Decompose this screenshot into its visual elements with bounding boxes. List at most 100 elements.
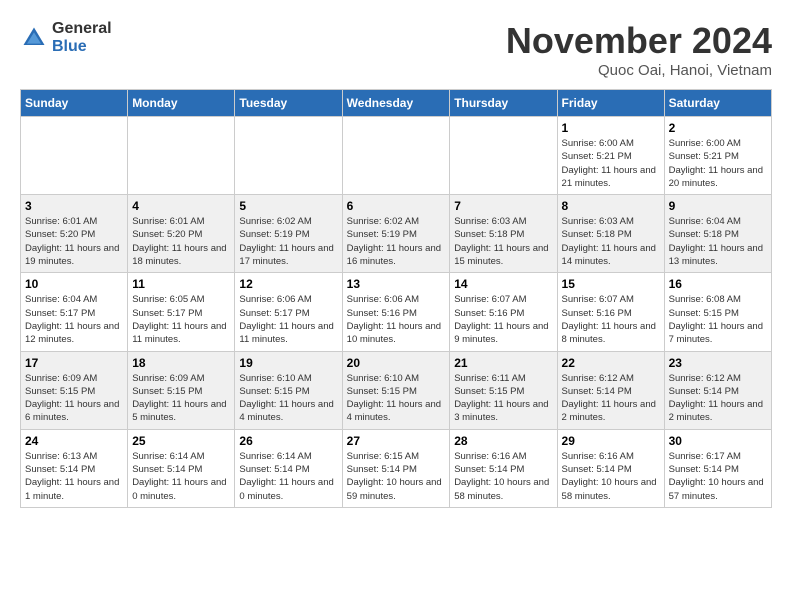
day-info: Sunrise: 6:01 AM Sunset: 5:20 PM Dayligh… (25, 215, 123, 268)
calendar-header-friday: Friday (557, 90, 664, 117)
day-info: Sunrise: 6:03 AM Sunset: 5:18 PM Dayligh… (454, 215, 552, 268)
day-number: 29 (562, 434, 660, 448)
calendar-cell: 10Sunrise: 6:04 AM Sunset: 5:17 PM Dayli… (21, 273, 128, 351)
day-number: 6 (347, 199, 446, 213)
calendar-cell (128, 117, 235, 195)
calendar-header-monday: Monday (128, 90, 235, 117)
calendar-cell (235, 117, 342, 195)
day-info: Sunrise: 6:07 AM Sunset: 5:16 PM Dayligh… (454, 293, 552, 346)
day-number: 21 (454, 356, 552, 370)
day-number: 5 (239, 199, 337, 213)
day-info: Sunrise: 6:13 AM Sunset: 5:14 PM Dayligh… (25, 450, 123, 503)
calendar-week-row: 17 Sunrise: 6:09 AM Sunset: 5:15 PM Dayli… (21, 351, 772, 429)
calendar-cell: 11Sunrise: 6:05 AM Sunset: 5:17 PM Dayli… (128, 273, 235, 351)
logo-text: General Blue (52, 20, 112, 55)
day-number: 25 (132, 434, 230, 448)
calendar-cell: 5 Sunrise: 6:02 AM Sunset: 5:19 PM Daylig… (235, 195, 342, 273)
day-number: 27 (347, 434, 446, 448)
calendar-cell: 6 Sunrise: 6:02 AM Sunset: 5:19 PM Daylig… (342, 195, 450, 273)
calendar-cell: 15 Sunrise: 6:07 AM Sunset: 5:16 PM Dayli… (557, 273, 664, 351)
calendar-cell: 1Sunrise: 6:00 AM Sunset: 5:21 PM Daylig… (557, 117, 664, 195)
day-info: Sunrise: 6:15 AM Sunset: 5:14 PM Dayligh… (347, 450, 446, 503)
day-number: 11 (132, 277, 230, 291)
calendar-cell: 24 Sunrise: 6:13 AM Sunset: 5:14 PM Dayli… (21, 429, 128, 507)
calendar-cell: 17 Sunrise: 6:09 AM Sunset: 5:15 PM Dayli… (21, 351, 128, 429)
day-number: 28 (454, 434, 552, 448)
calendar-cell: 3 Sunrise: 6:01 AM Sunset: 5:20 PM Daylig… (21, 195, 128, 273)
calendar-cell: 20 Sunrise: 6:10 AM Sunset: 5:15 PM Dayli… (342, 351, 450, 429)
day-info: Sunrise: 6:02 AM Sunset: 5:19 PM Dayligh… (347, 215, 446, 268)
calendar-header-tuesday: Tuesday (235, 90, 342, 117)
day-info: Sunrise: 6:09 AM Sunset: 5:15 PM Dayligh… (132, 372, 230, 425)
calendar-cell: 12 Sunrise: 6:06 AM Sunset: 5:17 PM Dayli… (235, 273, 342, 351)
day-number: 4 (132, 199, 230, 213)
day-info: Sunrise: 6:08 AM Sunset: 5:15 PM Dayligh… (669, 293, 767, 346)
calendar-cell: 30Sunrise: 6:17 AM Sunset: 5:14 PM Dayli… (664, 429, 771, 507)
calendar-cell: 26 Sunrise: 6:14 AM Sunset: 5:14 PM Dayli… (235, 429, 342, 507)
day-info: Sunrise: 6:04 AM Sunset: 5:18 PM Dayligh… (669, 215, 767, 268)
day-info: Sunrise: 6:16 AM Sunset: 5:14 PM Dayligh… (562, 450, 660, 503)
day-info: Sunrise: 6:10 AM Sunset: 5:15 PM Dayligh… (239, 372, 337, 425)
day-number: 7 (454, 199, 552, 213)
calendar-cell: 7 Sunrise: 6:03 AM Sunset: 5:18 PM Daylig… (450, 195, 557, 273)
day-info: Sunrise: 6:12 AM Sunset: 5:14 PM Dayligh… (562, 372, 660, 425)
calendar-week-row: 10Sunrise: 6:04 AM Sunset: 5:17 PM Dayli… (21, 273, 772, 351)
day-number: 20 (347, 356, 446, 370)
logo-blue-text: Blue (52, 38, 112, 56)
logo: General Blue (20, 20, 112, 55)
header: General Blue November 2024 Quoc Oai, Han… (20, 20, 772, 79)
day-info: Sunrise: 6:01 AM Sunset: 5:20 PM Dayligh… (132, 215, 230, 268)
calendar-cell: 14 Sunrise: 6:07 AM Sunset: 5:16 PM Dayli… (450, 273, 557, 351)
calendar-cell: 4 Sunrise: 6:01 AM Sunset: 5:20 PM Daylig… (128, 195, 235, 273)
calendar-cell: 28 Sunrise: 6:16 AM Sunset: 5:14 PM Dayli… (450, 429, 557, 507)
day-number: 22 (562, 356, 660, 370)
calendar-cell: 13Sunrise: 6:06 AM Sunset: 5:16 PM Dayli… (342, 273, 450, 351)
day-number: 13 (347, 277, 446, 291)
day-number: 15 (562, 277, 660, 291)
calendar-cell (21, 117, 128, 195)
day-info: Sunrise: 6:06 AM Sunset: 5:17 PM Dayligh… (239, 293, 337, 346)
day-info: Sunrise: 6:10 AM Sunset: 5:15 PM Dayligh… (347, 372, 446, 425)
day-info: Sunrise: 6:02 AM Sunset: 5:19 PM Dayligh… (239, 215, 337, 268)
calendar-cell: 25 Sunrise: 6:14 AM Sunset: 5:14 PM Dayli… (128, 429, 235, 507)
logo-general-text: General (52, 20, 112, 38)
day-info: Sunrise: 6:11 AM Sunset: 5:15 PM Dayligh… (454, 372, 552, 425)
calendar-week-row: 24 Sunrise: 6:13 AM Sunset: 5:14 PM Dayli… (21, 429, 772, 507)
calendar-header-sunday: Sunday (21, 90, 128, 117)
month-title: November 2024 (506, 20, 772, 62)
calendar-cell: 9 Sunrise: 6:04 AM Sunset: 5:18 PM Daylig… (664, 195, 771, 273)
calendar-cell: 29 Sunrise: 6:16 AM Sunset: 5:14 PM Dayli… (557, 429, 664, 507)
day-info: Sunrise: 6:07 AM Sunset: 5:16 PM Dayligh… (562, 293, 660, 346)
day-number: 9 (669, 199, 767, 213)
day-number: 2 (669, 121, 767, 135)
day-number: 14 (454, 277, 552, 291)
day-number: 18 (132, 356, 230, 370)
day-info: Sunrise: 6:03 AM Sunset: 5:18 PM Dayligh… (562, 215, 660, 268)
day-info: Sunrise: 6:00 AM Sunset: 5:21 PM Dayligh… (669, 137, 767, 190)
title-area: November 2024 Quoc Oai, Hanoi, Vietnam (506, 20, 772, 79)
day-number: 23 (669, 356, 767, 370)
day-info: Sunrise: 6:16 AM Sunset: 5:14 PM Dayligh… (454, 450, 552, 503)
calendar-cell: 8 Sunrise: 6:03 AM Sunset: 5:18 PM Daylig… (557, 195, 664, 273)
day-info: Sunrise: 6:17 AM Sunset: 5:14 PM Dayligh… (669, 450, 767, 503)
day-number: 3 (25, 199, 123, 213)
day-number: 12 (239, 277, 337, 291)
day-info: Sunrise: 6:09 AM Sunset: 5:15 PM Dayligh… (25, 372, 123, 425)
day-number: 17 (25, 356, 123, 370)
day-number: 1 (562, 121, 660, 135)
day-number: 26 (239, 434, 337, 448)
day-info: Sunrise: 6:12 AM Sunset: 5:14 PM Dayligh… (669, 372, 767, 425)
location-subtitle: Quoc Oai, Hanoi, Vietnam (506, 62, 772, 79)
calendar-cell (450, 117, 557, 195)
calendar-header-thursday: Thursday (450, 90, 557, 117)
calendar-table: SundayMondayTuesdayWednesdayThursdayFrid… (20, 89, 772, 508)
day-number: 8 (562, 199, 660, 213)
day-info: Sunrise: 6:14 AM Sunset: 5:14 PM Dayligh… (132, 450, 230, 503)
calendar-week-row: 1 Sunrise: 6:00 AM Sunset: 5:21 PM Daylig… (21, 117, 772, 195)
day-info: Sunrise: 6:14 AM Sunset: 5:14 PM Dayligh… (239, 450, 337, 503)
day-number: 24 (25, 434, 123, 448)
day-number: 19 (239, 356, 337, 370)
calendar-cell: 16Sunrise: 6:08 AM Sunset: 5:15 PM Dayli… (664, 273, 771, 351)
calendar-cell (342, 117, 450, 195)
calendar-header-row: SundayMondayTuesdayWednesdayThursdayFrid… (21, 90, 772, 117)
